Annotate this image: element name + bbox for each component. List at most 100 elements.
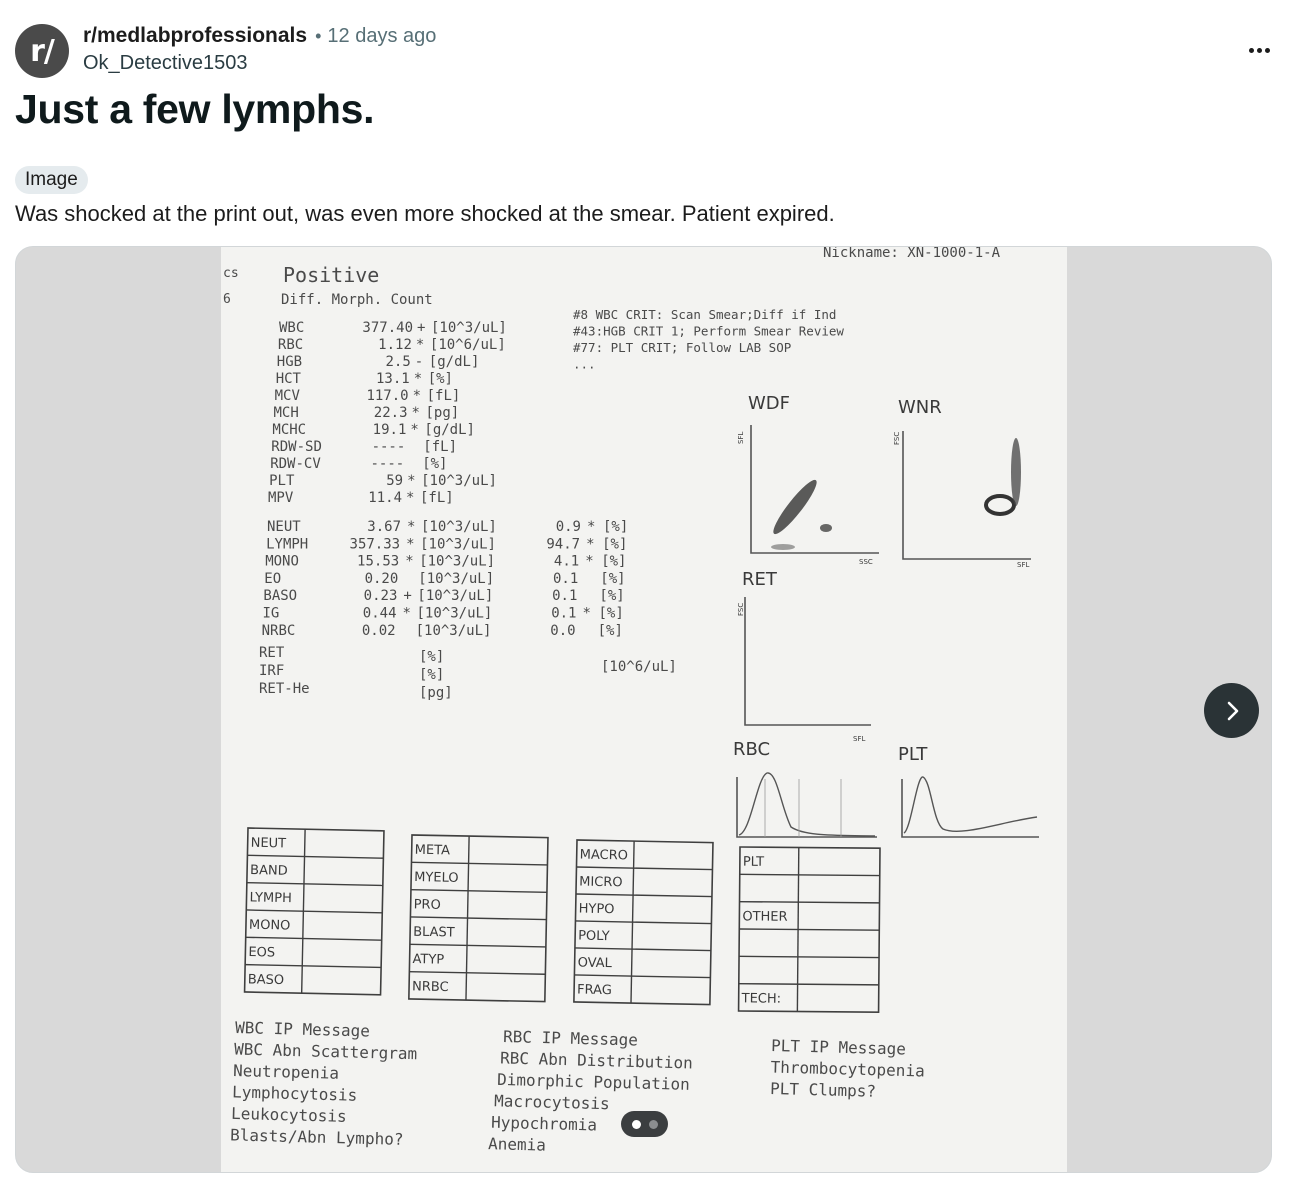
plt-other-table-label: TECH:	[741, 991, 782, 1006]
immature-cell-table: META MYELO PRO BLAST ATYP NRBC	[409, 836, 548, 1001]
gallery-image[interactable]: Nickname: XN-1000-1-A cs 6 Positive Diff. Mo…	[221, 247, 1067, 1172]
plt-other-table-row-line	[739, 928, 880, 931]
rbc-histogram-curve	[738, 772, 876, 837]
param-unit: [%]	[422, 456, 447, 472]
gallery-pagination	[621, 1111, 668, 1137]
param-flag: +	[417, 320, 425, 336]
immature-cell-table-row-line	[411, 861, 548, 866]
param-value: 11.4	[368, 490, 402, 506]
immature-cell-table-row-line	[410, 916, 547, 921]
param-name: RDW-CV	[270, 456, 321, 472]
diff-name: LYMPH	[266, 536, 308, 552]
author-link[interactable]: Ok_Detective1503	[83, 52, 436, 75]
plt-ip-message: PLT IP Message	[771, 1036, 906, 1059]
white-cell-table-label: EOS	[248, 945, 275, 961]
immature-cell-table-label: META	[415, 843, 451, 859]
chevron-right-icon	[1227, 701, 1238, 720]
wbc-ip-message: WBC Abn Scattergram	[234, 1039, 417, 1063]
diff-pct: 0.1	[553, 571, 578, 587]
diff-pct-unit: [%]	[602, 536, 627, 552]
param-name: HGB	[277, 354, 302, 370]
diff-abs: 357.33	[350, 536, 401, 552]
subreddit-avatar[interactable]: r/	[15, 24, 69, 78]
post-flair[interactable]: Image	[15, 166, 88, 194]
post-meta: r/medlabprofessionals • 12 days ago Ok_D…	[83, 24, 436, 75]
param-unit: [10^3/uL]	[421, 473, 497, 489]
diff-name: BASO	[263, 588, 297, 604]
white-cell-table-label: NEUT	[251, 836, 287, 852]
white-cell-table-row-line	[246, 881, 383, 887]
immature-cell-table-label: NRBC	[412, 979, 449, 995]
param-name: PLT	[269, 473, 295, 489]
plt-other-table-col-line	[796, 847, 800, 1012]
param-value: 2.5	[386, 354, 411, 370]
ret-abs-unit: [10^6/uL]	[601, 659, 677, 675]
white-cell-table-row-line	[245, 936, 382, 941]
param-name: MCH	[274, 405, 299, 421]
wdf-title: WDF	[748, 393, 790, 414]
diff-pct-unit: [%]	[598, 623, 623, 639]
immature-cell-table-row-line	[409, 970, 546, 975]
diff-flag: *	[586, 536, 594, 552]
rbc-morphology-table-label: FRAG	[577, 983, 612, 999]
ret-name: RET	[259, 645, 285, 661]
param-value: 22.3	[374, 405, 408, 421]
white-cell-table-label: BASO	[248, 972, 285, 988]
param-name: RDW-SD	[271, 439, 322, 455]
wbc-ip-message: WBC IP Message	[235, 1018, 370, 1041]
wnr-axes	[902, 431, 1031, 560]
param-name: MCHC	[272, 422, 306, 438]
white-cell-table-label: LYMPH	[249, 890, 292, 906]
diff-unit: [10^3/uL]	[417, 588, 493, 604]
rbc-discriminators	[764, 779, 842, 837]
plt-other-table-label: OTHER	[742, 909, 787, 924]
diff-abs: 15.53	[357, 554, 399, 570]
param-unit: [g/dL]	[424, 422, 475, 438]
image-gallery[interactable]: Nickname: XN-1000-1-A cs 6 Positive Diff. Mo…	[15, 246, 1272, 1173]
diff-flag: *	[406, 536, 414, 552]
param-flag: *	[406, 490, 414, 506]
rbc-hist-title: RBC	[733, 739, 770, 760]
status-text: Positive	[283, 263, 379, 287]
post-body: Was shocked at the print out, was even m…	[15, 201, 835, 226]
subreddit-link[interactable]: r/medlabprofessionals	[83, 24, 307, 48]
ip-flag-message: #77: PLT CRIT; Follow LAB SOP	[573, 340, 791, 355]
ret-x-label: SFL	[853, 735, 865, 743]
diff-pct-unit: [%]	[603, 519, 628, 535]
ret-unit: [%]	[419, 649, 444, 665]
param-value: 59	[386, 473, 403, 489]
ret-plot-title: RET	[742, 569, 778, 590]
immature-cell-table-label: MYELO	[414, 870, 459, 886]
plt-ip-message: PLT Clumps?	[770, 1079, 876, 1101]
immature-cell-table-label: ATYP	[412, 952, 444, 968]
immature-cell-table-row-line	[410, 888, 547, 893]
rbc-morphology-table-row-line	[575, 893, 712, 898]
nickname-text: Nickname: XN-1000-1-A	[823, 247, 1001, 261]
param-name: RBC	[278, 337, 303, 353]
param-unit: [fL]	[427, 388, 461, 404]
param-flag: *	[413, 388, 421, 404]
param-value: 13.1	[376, 371, 410, 387]
rbc-ip-message: RBC Abn Distribution	[500, 1048, 693, 1072]
param-unit: [fL]	[420, 490, 454, 506]
plt-other-table-row-line	[738, 982, 879, 986]
diff-flag: +	[403, 588, 411, 604]
param-name: MPV	[268, 490, 294, 506]
diff-pct-unit: [%]	[601, 554, 626, 570]
more-horizontal-icon[interactable]	[1239, 34, 1279, 66]
param-value: 117.0	[366, 388, 408, 404]
plt-hist-title: PLT	[898, 744, 928, 765]
rbc-axes	[736, 777, 877, 838]
wnr-wbc-cluster	[984, 494, 1016, 516]
diff-unit: [10^3/uL]	[419, 554, 495, 570]
rbc-ip-message: Hypochromia	[491, 1113, 597, 1135]
white-cell-table-row-line	[246, 909, 383, 914]
page-dot[interactable]	[648, 1119, 658, 1129]
rbc-morphology-table-label: MICRO	[579, 875, 623, 891]
diff-flag: *	[403, 606, 411, 622]
rbc-morphology-table-label: OVAL	[577, 956, 612, 972]
next-image-button[interactable]	[1204, 683, 1259, 738]
plt-other-table-row-line	[739, 900, 880, 904]
ret-unit: [pg]	[419, 685, 453, 701]
wbc-ip-message: Blasts/Abn Lympho?	[230, 1125, 404, 1149]
